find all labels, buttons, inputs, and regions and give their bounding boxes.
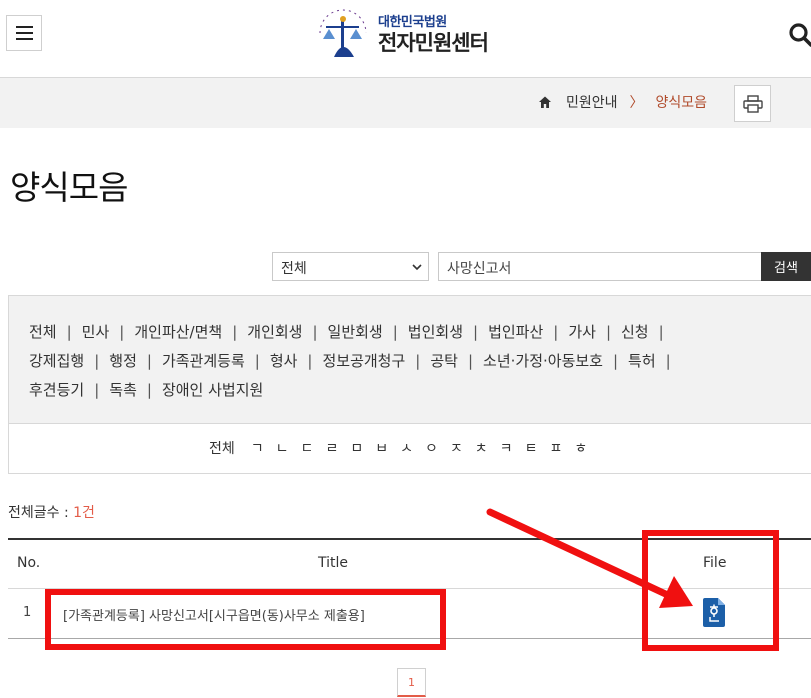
breadcrumb-current[interactable]: 양식모음 xyxy=(655,92,707,112)
index-letter[interactable]: ㄷ xyxy=(301,438,314,458)
search-button[interactable]: 검색 xyxy=(761,252,811,281)
category-separator: | xyxy=(392,323,398,341)
total-count-value: 1건 xyxy=(73,505,95,521)
category-separator: | xyxy=(665,352,671,370)
index-filter-panel: 전체 ㄱㄴㄷㄹㅁㅂㅅㅇㅈㅊㅋㅌㅍㅎ xyxy=(8,424,811,474)
site-header: 대한민국법원 전자민원센터 xyxy=(0,0,811,78)
category-link[interactable]: 전체 xyxy=(29,323,57,341)
category-link[interactable]: 독촉 xyxy=(109,381,137,399)
site-logo[interactable]: 대한민국법원 전자민원센터 xyxy=(312,6,489,64)
index-letter[interactable]: 전체 xyxy=(209,438,235,458)
column-header-no: No. xyxy=(17,555,41,571)
index-letter[interactable]: ㄴ xyxy=(276,438,289,458)
printer-icon xyxy=(742,94,763,113)
logo-subtitle: 대한민국법원 xyxy=(378,15,447,31)
category-link[interactable]: 정보공개청구 xyxy=(322,352,405,370)
index-letter[interactable]: ㄹ xyxy=(325,438,338,458)
index-letter[interactable]: ㅇ xyxy=(425,438,438,458)
category-link[interactable]: 강제집행 xyxy=(29,352,84,370)
category-link[interactable]: 행정 xyxy=(109,352,137,370)
index-letter[interactable]: ㅈ xyxy=(450,438,463,458)
category-link[interactable]: 일반회생 xyxy=(328,323,383,341)
category-separator: | xyxy=(658,323,664,341)
category-separator: | xyxy=(553,323,559,341)
category-link[interactable]: 민사 xyxy=(82,323,110,341)
category-link[interactable]: 가사 xyxy=(568,323,596,341)
category-link[interactable]: 개인파산/면책 xyxy=(134,323,222,341)
index-letter[interactable]: ㅂ xyxy=(375,438,388,458)
court-emblem-icon xyxy=(319,9,367,57)
breadcrumb-parent[interactable]: 민원안내 xyxy=(566,92,618,112)
index-letter[interactable]: ㅎ xyxy=(574,438,587,458)
index-letter[interactable]: ㅅ xyxy=(400,438,413,458)
category-separator: | xyxy=(467,352,474,370)
category-separator: | xyxy=(232,323,238,341)
column-header-title: Title xyxy=(318,555,349,571)
category-separator: | xyxy=(612,352,619,370)
category-link[interactable]: 특허 xyxy=(628,352,656,370)
page-title: 양식모음 xyxy=(10,168,128,207)
category-link[interactable]: 장애인 사법지원 xyxy=(162,381,263,399)
total-count-label: 전체글수 : xyxy=(8,505,74,521)
category-link[interactable]: 가족관계등록 xyxy=(162,352,245,370)
category-link[interactable]: 소년·가정·아동보호 xyxy=(483,352,603,370)
category-separator: | xyxy=(254,352,260,370)
category-separator: | xyxy=(473,323,479,341)
category-separator: | xyxy=(415,352,421,370)
search-icon[interactable] xyxy=(788,22,811,48)
index-letter[interactable]: ㅊ xyxy=(475,438,488,458)
category-separator: | xyxy=(605,323,611,341)
hamburger-icon xyxy=(15,26,33,28)
total-count: 전체글수 : 1건 xyxy=(8,502,95,522)
category-separator: | xyxy=(94,381,100,399)
logo-title: 전자민원센터 xyxy=(378,30,489,55)
consonant-index: 전체 ㄱㄴㄷㄹㅁㅂㅅㅇㅈㅊㅋㅌㅍㅎ xyxy=(209,438,587,458)
home-icon[interactable] xyxy=(538,95,552,109)
file-highlight-box xyxy=(642,530,779,651)
category-separator: | xyxy=(94,352,100,370)
index-letter[interactable]: ㅁ xyxy=(350,438,363,458)
row-number: 1 xyxy=(23,605,32,620)
category-list: 전체 | 민사 | 개인파산/면책 | 개인회생 | 일반회생 | 법인회생 | 법인파산 | 가사 | 신청 |… xyxy=(29,318,799,405)
category-separator: | xyxy=(307,352,313,370)
print-button[interactable] xyxy=(734,85,771,122)
category-select[interactable]: 전체 xyxy=(272,252,429,281)
category-link[interactable]: 후견등기 xyxy=(29,381,84,399)
category-link[interactable]: 법인회생 xyxy=(408,323,463,341)
breadcrumb: 민원안내 〉 양식모음 xyxy=(538,92,707,112)
menu-button[interactable] xyxy=(6,15,42,51)
category-link[interactable]: 법인파산 xyxy=(488,323,543,341)
title-highlight-box xyxy=(45,589,446,650)
chevron-down-icon xyxy=(412,264,422,271)
pagination-current-page[interactable]: 1 xyxy=(397,668,426,697)
index-letter[interactable]: ㅋ xyxy=(500,438,513,458)
category-select-value: 전체 xyxy=(281,261,307,277)
index-letter[interactable]: ㄱ xyxy=(251,438,264,458)
category-link[interactable]: 형사 xyxy=(270,352,298,370)
category-separator: | xyxy=(146,352,152,370)
category-link[interactable]: 공탁 xyxy=(430,352,458,370)
category-link[interactable]: 개인회생 xyxy=(247,323,302,341)
category-separator: | xyxy=(312,323,318,341)
category-separator: | xyxy=(146,381,152,399)
search-input[interactable]: 사망신고서 xyxy=(438,252,762,281)
category-separator: | xyxy=(66,323,72,341)
index-letter[interactable]: ㅍ xyxy=(549,438,562,458)
category-separator: | xyxy=(119,323,125,341)
index-letter[interactable]: ㅌ xyxy=(525,438,538,458)
breadcrumb-bar: 민원안내 〉 양식모음 xyxy=(0,78,811,128)
category-filter-panel: 전체 | 민사 | 개인파산/면책 | 개인회생 | 일반회생 | 법인회생 | 법인파산 | 가사 | 신청 |… xyxy=(8,295,811,424)
category-link[interactable]: 신청 xyxy=(621,323,649,341)
breadcrumb-separator: 〉 xyxy=(629,95,644,111)
